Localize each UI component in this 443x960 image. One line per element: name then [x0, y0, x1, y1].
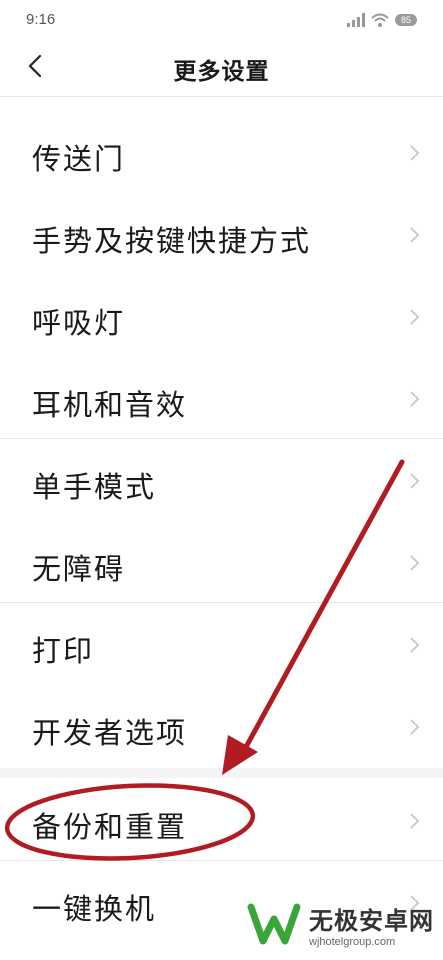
group-gap [0, 768, 443, 778]
settings-item-print[interactable]: 打印 [0, 604, 443, 686]
settings-item-breathing-light[interactable]: 呼吸灯 [0, 276, 443, 358]
settings-item-label: 开发者选项 [32, 716, 188, 750]
status-bar: 9:16 85 [0, 0, 443, 40]
settings-item-label: 无障碍 [32, 552, 126, 586]
settings-item-label: 耳机和音效 [32, 388, 188, 422]
signal-icon [347, 13, 365, 27]
chevron-right-icon [410, 813, 420, 829]
chevron-right-icon [410, 145, 420, 161]
watermark: 无极安卓网 wjhotelgroup.com [247, 894, 437, 954]
settings-item-developer-options[interactable]: 开发者选项 [0, 686, 443, 768]
chevron-right-icon [410, 637, 420, 653]
settings-item-label: 打印 [32, 634, 95, 668]
status-icons: 85 [347, 11, 417, 29]
settings-item-backup-reset[interactable]: 备份和重置 [0, 780, 443, 862]
chevron-right-icon [410, 227, 420, 243]
chevron-right-icon [410, 473, 420, 489]
settings-item-label: 呼吸灯 [32, 306, 126, 340]
settings-item-label: 单手模式 [32, 470, 157, 504]
settings-item-label: 一键换机 [32, 892, 157, 926]
battery-icon: 85 [395, 14, 417, 26]
chevron-right-icon [410, 309, 420, 325]
header-divider [0, 96, 443, 97]
status-time: 9:16 [26, 11, 56, 28]
divider [0, 438, 443, 439]
chevron-right-icon [410, 391, 420, 407]
settings-item-headphones-audio[interactable]: 耳机和音效 [0, 358, 443, 440]
divider [0, 860, 443, 861]
watermark-logo [247, 903, 301, 945]
settings-item-accessibility[interactable]: 无障碍 [0, 522, 443, 604]
settings-item-portal[interactable]: 传送门 [0, 112, 443, 194]
wifi-icon [371, 13, 389, 27]
settings-item-label: 手势及按键快捷方式 [32, 224, 312, 258]
watermark-url: wjhotelgroup.com [309, 935, 396, 948]
watermark-title: 无极安卓网 [309, 906, 434, 935]
chevron-right-icon [410, 555, 420, 571]
header: 更多设置 [0, 40, 443, 96]
settings-item-one-hand-mode[interactable]: 单手模式 [0, 440, 443, 522]
settings-item-label: 备份和重置 [32, 810, 188, 844]
divider [0, 602, 443, 603]
page-title: 更多设置 [173, 59, 270, 85]
chevron-right-icon [410, 719, 420, 735]
settings-item-label: 传送门 [32, 142, 126, 176]
settings-item-gesture-shortcuts[interactable]: 手势及按键快捷方式 [0, 194, 443, 276]
